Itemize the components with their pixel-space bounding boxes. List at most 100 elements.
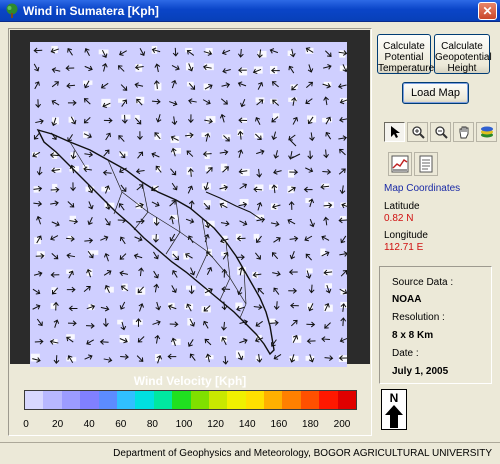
- wind-arrow: [309, 218, 315, 228]
- chart-icon[interactable]: [388, 152, 412, 176]
- low-velocity-cell: [239, 198, 249, 205]
- low-velocity-cell: [235, 302, 243, 309]
- wind-arrow: [221, 321, 227, 331]
- wind-arrow: [288, 201, 295, 210]
- wind-arrow: [325, 131, 332, 140]
- wind-arrow: [32, 288, 41, 295]
- wind-arrow: [136, 355, 144, 362]
- wind-arrow: [290, 319, 298, 327]
- wind-map[interactable]: [30, 42, 347, 367]
- wind-arrow: [50, 235, 59, 241]
- scale-color-swatch: [282, 391, 301, 409]
- title-bar[interactable]: Wind in Sumatera [Kph] ✕: [0, 0, 500, 22]
- layers-icon[interactable]: [476, 122, 497, 142]
- low-velocity-cell: [121, 114, 131, 119]
- wind-arrow: [288, 269, 298, 275]
- wind-arrow: [155, 301, 161, 311]
- wind-arrow: [119, 270, 129, 277]
- calculate-geopotential-height-button[interactable]: Calculate Geopotential Height: [434, 34, 492, 74]
- wind-arrow: [137, 131, 143, 141]
- wind-arrow: [338, 168, 346, 175]
- wind-arrow: [307, 64, 314, 73]
- wind-arrow: [50, 271, 60, 278]
- longitude-label: Longitude: [384, 230, 428, 241]
- load-map-button[interactable]: Load Map: [402, 82, 469, 104]
- wind-arrow: [304, 235, 313, 242]
- wind-arrow: [306, 321, 316, 328]
- low-velocity-cell: [154, 82, 162, 91]
- wind-arrow: [66, 82, 76, 89]
- low-velocity-cell: [240, 168, 250, 176]
- wind-arrow: [100, 235, 109, 241]
- wind-arrow: [35, 118, 44, 125]
- latitude-value: 0.82 N: [384, 213, 414, 224]
- wind-arrow: [32, 304, 41, 310]
- wind-arrow: [51, 81, 60, 88]
- longitude-value: 112.71 E: [384, 242, 424, 253]
- malay-coast: [205, 139, 301, 221]
- wind-arrow: [68, 305, 78, 312]
- scale-color-swatch: [43, 391, 62, 409]
- wind-arrow: [256, 149, 265, 155]
- scale-color-swatch: [227, 391, 246, 409]
- wind-arrow: [256, 168, 263, 178]
- document-icon[interactable]: [414, 152, 438, 176]
- wind-arrow: [99, 339, 109, 345]
- wind-arrow: [273, 287, 280, 295]
- wind-arrow: [237, 81, 247, 87]
- zoom-in-icon[interactable]: [407, 122, 428, 142]
- wind-arrow: [339, 337, 347, 343]
- wind-arrow: [340, 269, 347, 277]
- wind-arrow: [102, 63, 108, 72]
- wind-arrow: [171, 116, 178, 126]
- wind-arrow: [119, 50, 127, 56]
- wind-arrow: [172, 270, 178, 278]
- wind-arrow: [137, 151, 144, 159]
- wind-arrow: [273, 150, 279, 159]
- wind-arrow: [170, 168, 177, 176]
- wind-arrow: [189, 353, 196, 361]
- north-arrow-icon: [385, 405, 403, 428]
- wind-arrow: [67, 99, 77, 106]
- wind-arrow: [339, 116, 347, 123]
- velocity-scale-ticks: 0 20 40 60 80 100 120 140 160 180 200: [14, 419, 364, 433]
- pointer-icon[interactable]: [384, 122, 405, 142]
- wind-arrow: [67, 201, 75, 208]
- wind-arrow: [138, 303, 144, 312]
- pan-hand-icon[interactable]: [453, 122, 474, 142]
- wind-arrow: [53, 319, 60, 328]
- scale-tick-label: 120: [207, 419, 224, 430]
- wind-arrow: [51, 253, 59, 260]
- wind-arrow: [271, 131, 277, 141]
- map-toolbar: [384, 122, 497, 142]
- zoom-out-icon[interactable]: [430, 122, 451, 142]
- wind-arrow: [151, 98, 161, 105]
- wind-arrow: [273, 169, 282, 175]
- wind-arrow: [239, 338, 248, 344]
- wind-arrow: [35, 99, 42, 109]
- scale-tick-label: 40: [83, 419, 95, 430]
- date-label: Date :: [392, 348, 419, 359]
- close-button[interactable]: ✕: [478, 2, 497, 20]
- calculate-potential-temperature-button[interactable]: Calculate Potential Temperature: [377, 34, 434, 74]
- wind-arrow: [204, 338, 212, 346]
- scale-color-swatch: [135, 391, 154, 409]
- low-velocity-cell: [151, 234, 159, 240]
- wind-arrow: [270, 221, 280, 227]
- low-velocity-cell: [324, 283, 333, 289]
- wind-arrow: [307, 150, 314, 160]
- wind-arrow: [239, 183, 248, 190]
- wind-arrow: [86, 339, 95, 345]
- wind-arrow: [87, 216, 93, 226]
- wind-arrow: [188, 98, 197, 104]
- wind-arrow: [219, 113, 226, 123]
- wind-arrow: [253, 304, 263, 311]
- low-velocity-cell: [269, 318, 276, 323]
- low-velocity-cell: [153, 217, 159, 224]
- wind-arrow: [339, 251, 347, 257]
- low-velocity-cell: [135, 287, 146, 295]
- wind-arrow: [103, 270, 112, 276]
- wind-arrow: [53, 355, 60, 364]
- wind-arrow: [100, 82, 109, 89]
- wind-arrow: [255, 116, 261, 125]
